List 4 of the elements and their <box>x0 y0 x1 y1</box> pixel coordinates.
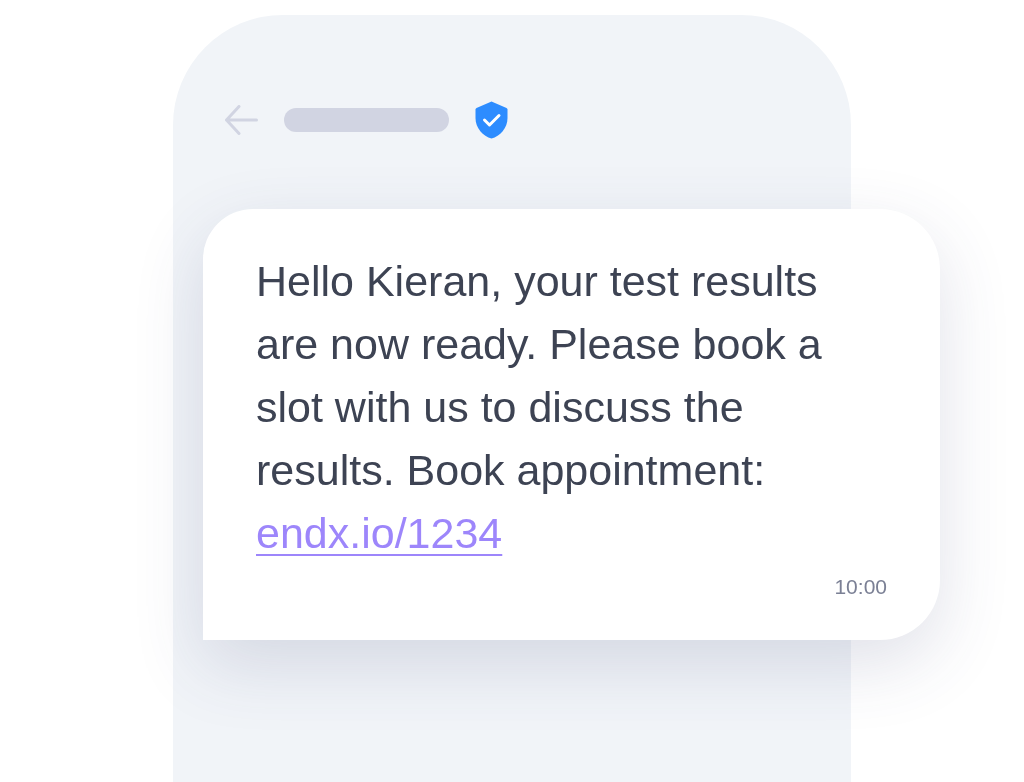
appointment-link[interactable]: endx.io/1234 <box>256 509 503 557</box>
message-text: Hello Kieran, your test results are now ready. Please book a slot with us to discuss the results. Book appointment: endx.io/1234 <box>256 256 823 559</box>
message-time: 10:00 <box>834 574 887 600</box>
back-arrow-icon[interactable] <box>225 105 258 135</box>
